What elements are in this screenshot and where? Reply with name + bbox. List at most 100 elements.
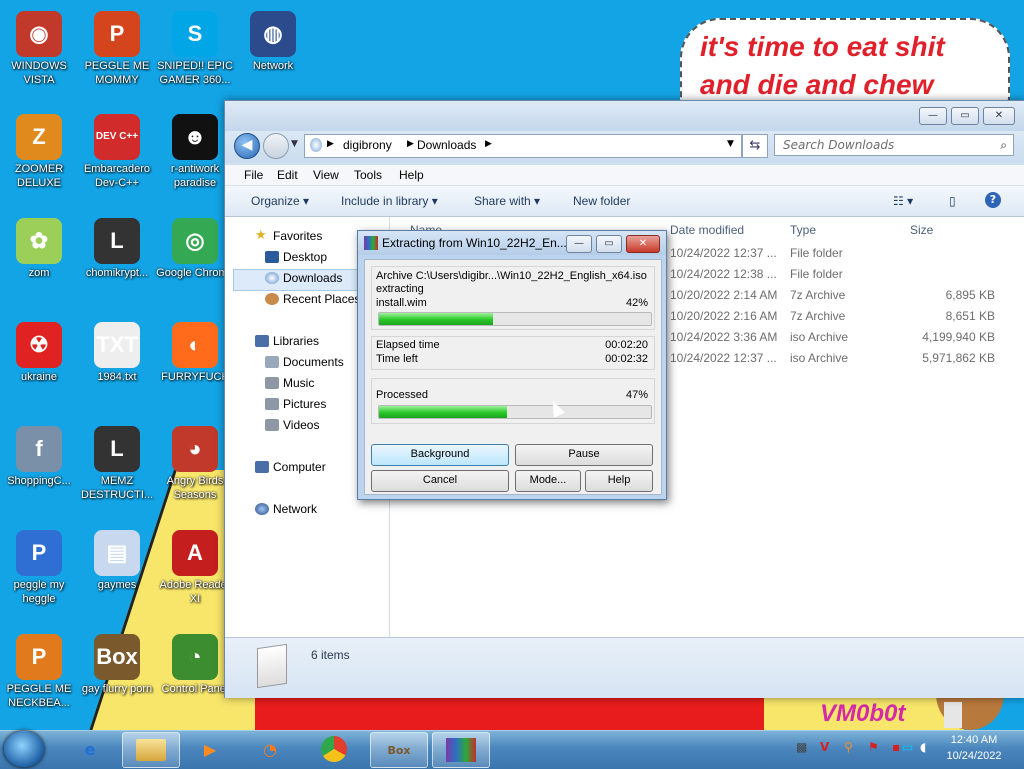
search-tray-icon[interactable]: ⚲ [844, 740, 853, 754]
menu-file[interactable]: File [244, 168, 263, 182]
taskbar-clock[interactable]: 12:40 AM 10/24/2022 [936, 732, 1012, 764]
breadcrumb-item[interactable]: Downloads [417, 138, 476, 152]
nav-libraries[interactable]: Libraries [255, 334, 319, 348]
desktop-icon-image: f [16, 426, 62, 472]
file-size: 5,971,862 KB [922, 351, 995, 365]
desktop-icon[interactable]: ◐ FURRYFUCK [156, 316, 234, 384]
view-options-icon[interactable]: ☷ ▾ [893, 194, 913, 208]
column-header-size[interactable]: Size [910, 223, 933, 237]
address-bar[interactable]: ▶ digibrony ▶ Downloads ▶ ▼ [304, 134, 742, 158]
volume-icon[interactable]: ◖ [920, 740, 926, 754]
nav-desktop[interactable]: Desktop [265, 250, 327, 264]
back-arrow-icon[interactable]: ◀ [234, 133, 260, 159]
desktop-icon-image: ☢ [16, 322, 62, 368]
background-button[interactable]: Background [371, 444, 509, 466]
uc-browser-icon[interactable]: ◔ [242, 732, 298, 766]
pause-button[interactable]: Pause [515, 444, 653, 466]
box-app-icon[interactable]: Box [370, 732, 428, 768]
network-tray-icon[interactable]: ▭ [902, 740, 913, 754]
winrar-taskbar-icon[interactable] [432, 732, 490, 768]
dialog-titlebar[interactable]: Extracting from Win10_22H2_En... — ▭ ✕ [358, 231, 666, 255]
desktop-icon[interactable]: L MEMZ DESTRUCTI... [78, 420, 156, 502]
desktop-icon[interactable]: TXT 1984.txt [78, 316, 156, 384]
desktop-icon[interactable]: ☢ ukraine [0, 316, 78, 384]
nav-downloads[interactable]: Downloads [265, 271, 342, 285]
desktop-icon[interactable]: Lchomikrypt... [78, 212, 156, 280]
desktop-icon[interactable]: DEV C++ Embarcadero Dev-C++ [78, 108, 156, 190]
desktop-icon[interactable]: ☻ r-antiwork paradise [156, 108, 234, 190]
file-date: 10/24/2022 3:36 AM [670, 330, 778, 344]
column-header-type[interactable]: Type [790, 223, 816, 237]
details-pane: 6 items [225, 637, 1024, 698]
desktop-icon[interactable]: P PEGGLE ME MOMMY [78, 5, 156, 87]
desktop-icon[interactable]: ◔ Control Panel [156, 628, 234, 696]
maximize-button[interactable]: ▭ [951, 107, 979, 125]
desktop-icon[interactable]: ▤ gaymes [78, 524, 156, 592]
forward-arrow-icon[interactable] [263, 133, 289, 159]
menu-tools[interactable]: Tools [354, 168, 382, 182]
dialog-minimize-button[interactable]: — [566, 235, 592, 253]
desktop-icon[interactable]: P PEGGLE ME NECKBEA... [0, 628, 78, 710]
menu-edit[interactable]: Edit [277, 168, 298, 182]
breadcrumb-item[interactable]: digibrony [343, 138, 392, 152]
refresh-icon[interactable]: ⇆ [742, 134, 768, 158]
organize-button[interactable]: Organize ▾ [251, 194, 309, 208]
star-icon: ★ [255, 227, 267, 242]
desktop-icon-label: r-antiwork paradise [170, 163, 220, 189]
nav-recent-places[interactable]: Recent Places [265, 292, 360, 306]
search-input[interactable]: Search Downloads ⌕ [774, 134, 1014, 156]
desktop-icon[interactable]: A Adobe Reader XI [156, 524, 234, 606]
menu-view[interactable]: View [313, 168, 339, 182]
history-dropdown-icon[interactable]: ▼ [291, 139, 298, 149]
desktop-icon-image: L [94, 426, 140, 472]
tray-app-icon[interactable]: ▩ [796, 740, 807, 754]
nav-documents[interactable]: Documents [265, 355, 344, 369]
desktop-icon-label: ShoppingC... [7, 475, 71, 487]
menu-help[interactable]: Help [399, 168, 424, 182]
internet-explorer-icon[interactable]: e [62, 732, 118, 766]
file-progress-group: Archive C:\Users\digibr...\Win10_22H2_En… [371, 266, 655, 330]
desktop-icon-label: ZOOMER DELUXE [14, 163, 64, 189]
column-header-date[interactable]: Date modified [670, 223, 744, 237]
mode-button[interactable]: Mode... [515, 470, 581, 492]
nav-network[interactable]: Network [255, 502, 317, 516]
flag-icon[interactable]: ⚑ [868, 740, 879, 754]
nav-favorites[interactable]: ★ Favorites [255, 227, 322, 243]
minimize-button[interactable]: — [919, 107, 947, 125]
nav-computer[interactable]: Computer [255, 460, 326, 474]
nav-videos[interactable]: Videos [265, 418, 319, 432]
antivirus-icon[interactable]: V [820, 740, 829, 754]
dialog-close-button[interactable]: ✕ [626, 235, 660, 253]
desktop-icon[interactable]: ◍ Network [234, 5, 312, 73]
share-with-button[interactable]: Share with ▾ [474, 194, 540, 208]
cancel-button[interactable]: Cancel [371, 470, 509, 492]
new-folder-button[interactable]: New folder [573, 194, 630, 208]
extraction-dialog[interactable]: Extracting from Win10_22H2_En... — ▭ ✕ A… [357, 230, 667, 500]
desktop-icon[interactable]: ◉ WINDOWS VISTA [0, 5, 78, 87]
dialog-maximize-button[interactable]: ▭ [596, 235, 622, 253]
computer-icon [255, 461, 269, 473]
explorer-titlebar[interactable]: — ▭ ✕ [225, 101, 1024, 131]
desktop-icon[interactable]: Z ZOOMER DELUXE [0, 108, 78, 190]
desktop-icon[interactable]: f ShoppingC... [0, 420, 78, 488]
desktop-icon[interactable]: ◕ Angry Birds Seasons [156, 420, 234, 502]
alert-icon[interactable]: ▪ [892, 740, 900, 754]
include-in-library-button[interactable]: Include in library ▾ [341, 194, 438, 208]
desktop-icon[interactable]: Box gay flurry porn [78, 628, 156, 696]
explorer-taskbar-icon[interactable] [122, 732, 180, 768]
address-dropdown-icon[interactable]: ▼ [727, 139, 734, 149]
preview-pane-icon[interactable]: ▯ [949, 194, 956, 208]
help-button[interactable]: Help [585, 470, 653, 492]
desktop-icon[interactable]: Ppeggle my heggle [0, 524, 78, 606]
nav-music[interactable]: Music [265, 376, 314, 390]
desktop-icon[interactable]: ✿ zom [0, 212, 78, 280]
close-button[interactable]: ✕ [983, 107, 1015, 125]
desktop-icon[interactable]: ◎ Google Chrome [156, 212, 234, 280]
start-button[interactable] [4, 731, 44, 767]
processed-percent: 47% [625, 389, 648, 401]
help-icon[interactable]: ? [985, 192, 1001, 208]
chrome-taskbar-icon[interactable] [306, 732, 362, 766]
nav-pictures[interactable]: Pictures [265, 397, 326, 411]
desktop-icon[interactable]: S SNIPED!! EPIC GAMER 360... [156, 5, 234, 87]
media-player-icon[interactable]: ▶ [182, 732, 238, 766]
